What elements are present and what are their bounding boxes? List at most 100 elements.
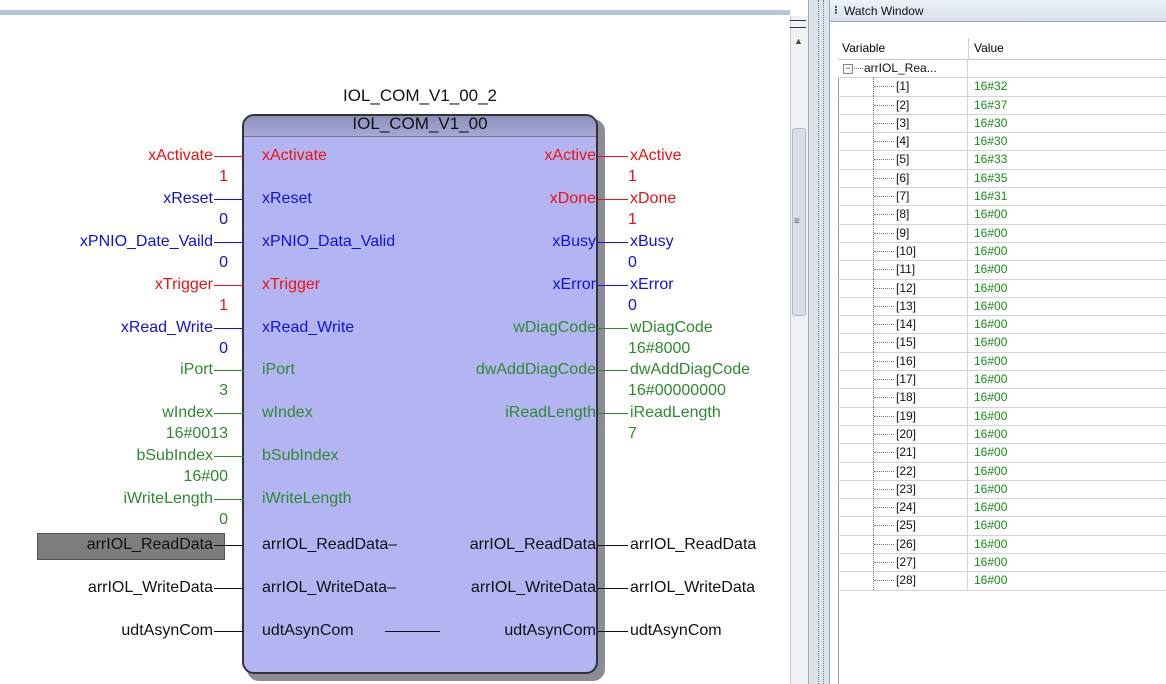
watch-row[interactable]: [26] 16#00 bbox=[838, 534, 1166, 555]
input-variable-label[interactable]: xPNIO_Date_Vaild bbox=[80, 233, 213, 251]
watch-window: ⁝ Watch Window Variable Value − arrIOL_R… bbox=[830, 0, 1166, 684]
watch-row[interactable]: [13] 16#00 bbox=[838, 296, 1166, 317]
watch-row[interactable]: [12] 16#00 bbox=[838, 278, 1166, 298]
inout-output-pin: arrIOL_WriteData bbox=[470, 579, 596, 596]
watch-row[interactable]: [21] 16#00 bbox=[838, 443, 1166, 463]
input-pin-label: xActivate bbox=[262, 147, 327, 164]
column-separator[interactable] bbox=[968, 38, 969, 59]
watch-root-row[interactable]: − arrIOL_Rea... bbox=[838, 60, 1166, 79]
column-variable[interactable]: Variable bbox=[842, 41, 885, 55]
input-pin-label: xReset bbox=[262, 190, 312, 207]
output-variable-label[interactable]: dwAddDiagCode bbox=[630, 361, 750, 379]
output-variable-label[interactable]: xBusy bbox=[630, 233, 674, 251]
array-index: [12] bbox=[896, 280, 917, 295]
watch-row[interactable]: [3] 16#30 bbox=[838, 113, 1166, 134]
tree-connector bbox=[874, 287, 894, 289]
output-pin-label: xError bbox=[552, 276, 596, 293]
split-handle[interactable] bbox=[790, 20, 806, 28]
inout-output-variable[interactable]: udtAsynCom bbox=[630, 622, 722, 640]
array-index: [7] bbox=[896, 189, 910, 204]
watch-row[interactable]: [19] 16#00 bbox=[838, 406, 1166, 426]
input-pin-label: iPort bbox=[262, 361, 295, 378]
variable-cell: [16] bbox=[838, 351, 968, 371]
input-variable-label[interactable]: xReset bbox=[163, 190, 213, 208]
output-variable-label[interactable]: xDone bbox=[630, 190, 676, 208]
array-value: 16#00 bbox=[974, 225, 1008, 240]
watch-row[interactable]: [10] 16#00 bbox=[838, 241, 1166, 262]
variable-cell: [14] bbox=[838, 315, 968, 335]
watch-rows: − arrIOL_Rea... [1] 16#32 [2] 16#37 [3] 16#30… bbox=[838, 60, 1166, 591]
inout-input-wire bbox=[214, 631, 244, 632]
variable-cell: [11] bbox=[838, 260, 968, 280]
fbd-editor[interactable]: IOL_COM_V1_00_2 IOL_COM_V1_00 xActivate x… bbox=[0, 0, 790, 684]
input-variable-label[interactable]: xRead_Write bbox=[121, 319, 213, 337]
watch-row[interactable]: [24] 16#00 bbox=[838, 498, 1166, 518]
tree-connector bbox=[874, 141, 894, 143]
watch-row[interactable]: [23] 16#00 bbox=[838, 479, 1166, 500]
array-index: [6] bbox=[896, 170, 910, 185]
watch-row[interactable]: [18] 16#00 bbox=[838, 388, 1166, 408]
input-wire bbox=[214, 456, 244, 457]
inout-input-pin: arrIOL_ReadData– bbox=[262, 536, 398, 553]
variable-cell: [22] bbox=[838, 461, 968, 481]
array-value: 16#33 bbox=[974, 152, 1008, 167]
variable-cell: [10] bbox=[838, 241, 968, 261]
input-variable-label[interactable]: bSubIndex bbox=[136, 447, 213, 465]
watch-row[interactable]: [2] 16#37 bbox=[838, 95, 1166, 115]
input-value: 1 bbox=[219, 168, 228, 185]
inout-input-variable[interactable]: udtAsynCom bbox=[121, 622, 213, 640]
output-variable-label[interactable]: iReadLength bbox=[630, 404, 721, 422]
watch-row[interactable]: [9] 16#00 bbox=[838, 223, 1166, 243]
inout-output-variable[interactable]: arrIOL_ReadData bbox=[630, 536, 756, 554]
inout-input-variable[interactable]: arrIOL_ReadData bbox=[87, 536, 213, 554]
inout-input-variable[interactable]: arrIOL_WriteData bbox=[88, 579, 213, 597]
scroll-up-arrow-icon[interactable]: ▲ bbox=[794, 36, 803, 46]
input-variable-label[interactable]: xActivate bbox=[148, 147, 213, 165]
inout-output-pin: arrIOL_ReadData bbox=[469, 536, 596, 553]
input-variable-label[interactable]: iPort bbox=[180, 361, 213, 379]
watch-row[interactable]: [22] 16#00 bbox=[838, 461, 1166, 481]
editor-vertical-scrollbar[interactable] bbox=[790, 16, 809, 684]
watch-row[interactable]: [28] 16#00 bbox=[838, 571, 1166, 591]
output-variable-label[interactable]: xError bbox=[630, 276, 674, 294]
array-index: [23] bbox=[896, 481, 917, 496]
output-value: 7 bbox=[628, 425, 637, 442]
inout-output-wire bbox=[598, 631, 628, 632]
watch-row[interactable]: [4] 16#30 bbox=[838, 132, 1166, 152]
input-pin-label: xTrigger bbox=[262, 276, 321, 293]
watch-window-titlebar[interactable]: ⁝ Watch Window bbox=[830, 0, 1166, 22]
watch-row[interactable]: [1] 16#32 bbox=[838, 77, 1166, 97]
variable-cell: [8] bbox=[838, 205, 968, 225]
collapse-icon[interactable]: − bbox=[843, 64, 853, 74]
output-wire bbox=[598, 199, 628, 200]
watch-row[interactable]: [27] 16#00 bbox=[838, 553, 1166, 573]
column-value[interactable]: Value bbox=[974, 41, 1004, 55]
fb-instance-name[interactable]: IOL_COM_V1_00_2 bbox=[242, 86, 598, 106]
watch-row[interactable]: [20] 16#00 bbox=[838, 424, 1166, 445]
output-variable-label[interactable]: wDiagCode bbox=[630, 319, 713, 337]
watch-row[interactable]: [8] 16#00 bbox=[838, 205, 1166, 225]
array-index: [10] bbox=[896, 243, 917, 258]
output-wire bbox=[598, 242, 628, 243]
array-index: [15] bbox=[896, 335, 917, 350]
output-pin-label: wDiagCode bbox=[513, 319, 596, 336]
watch-row[interactable]: [17] 16#00 bbox=[838, 370, 1166, 390]
watch-row[interactable]: [16] 16#00 bbox=[838, 351, 1166, 372]
array-value: 16#00 bbox=[974, 390, 1008, 405]
watch-row[interactable]: [15] 16#00 bbox=[838, 333, 1166, 353]
input-variable-label[interactable]: wIndex bbox=[162, 404, 213, 422]
input-variable-label[interactable]: iWriteLength bbox=[123, 490, 213, 508]
variable-cell: [15] bbox=[838, 333, 968, 353]
drag-grip-icon[interactable]: ⁝ bbox=[834, 3, 838, 17]
output-variable-label[interactable]: xActive bbox=[630, 147, 682, 165]
tree-connector bbox=[874, 122, 894, 124]
watch-row[interactable]: [11] 16#00 bbox=[838, 260, 1166, 280]
array-value: 16#00 bbox=[974, 317, 1008, 332]
watch-row[interactable]: [5] 16#33 bbox=[838, 150, 1166, 170]
watch-row[interactable]: [6] 16#35 bbox=[838, 168, 1166, 189]
input-variable-label[interactable]: xTrigger bbox=[155, 276, 213, 294]
watch-row[interactable]: [14] 16#00 bbox=[838, 315, 1166, 335]
inout-output-variable[interactable]: arrIOL_WriteData bbox=[630, 579, 755, 597]
watch-row[interactable]: [7] 16#31 bbox=[838, 187, 1166, 207]
watch-row[interactable]: [25] 16#00 bbox=[838, 516, 1166, 536]
